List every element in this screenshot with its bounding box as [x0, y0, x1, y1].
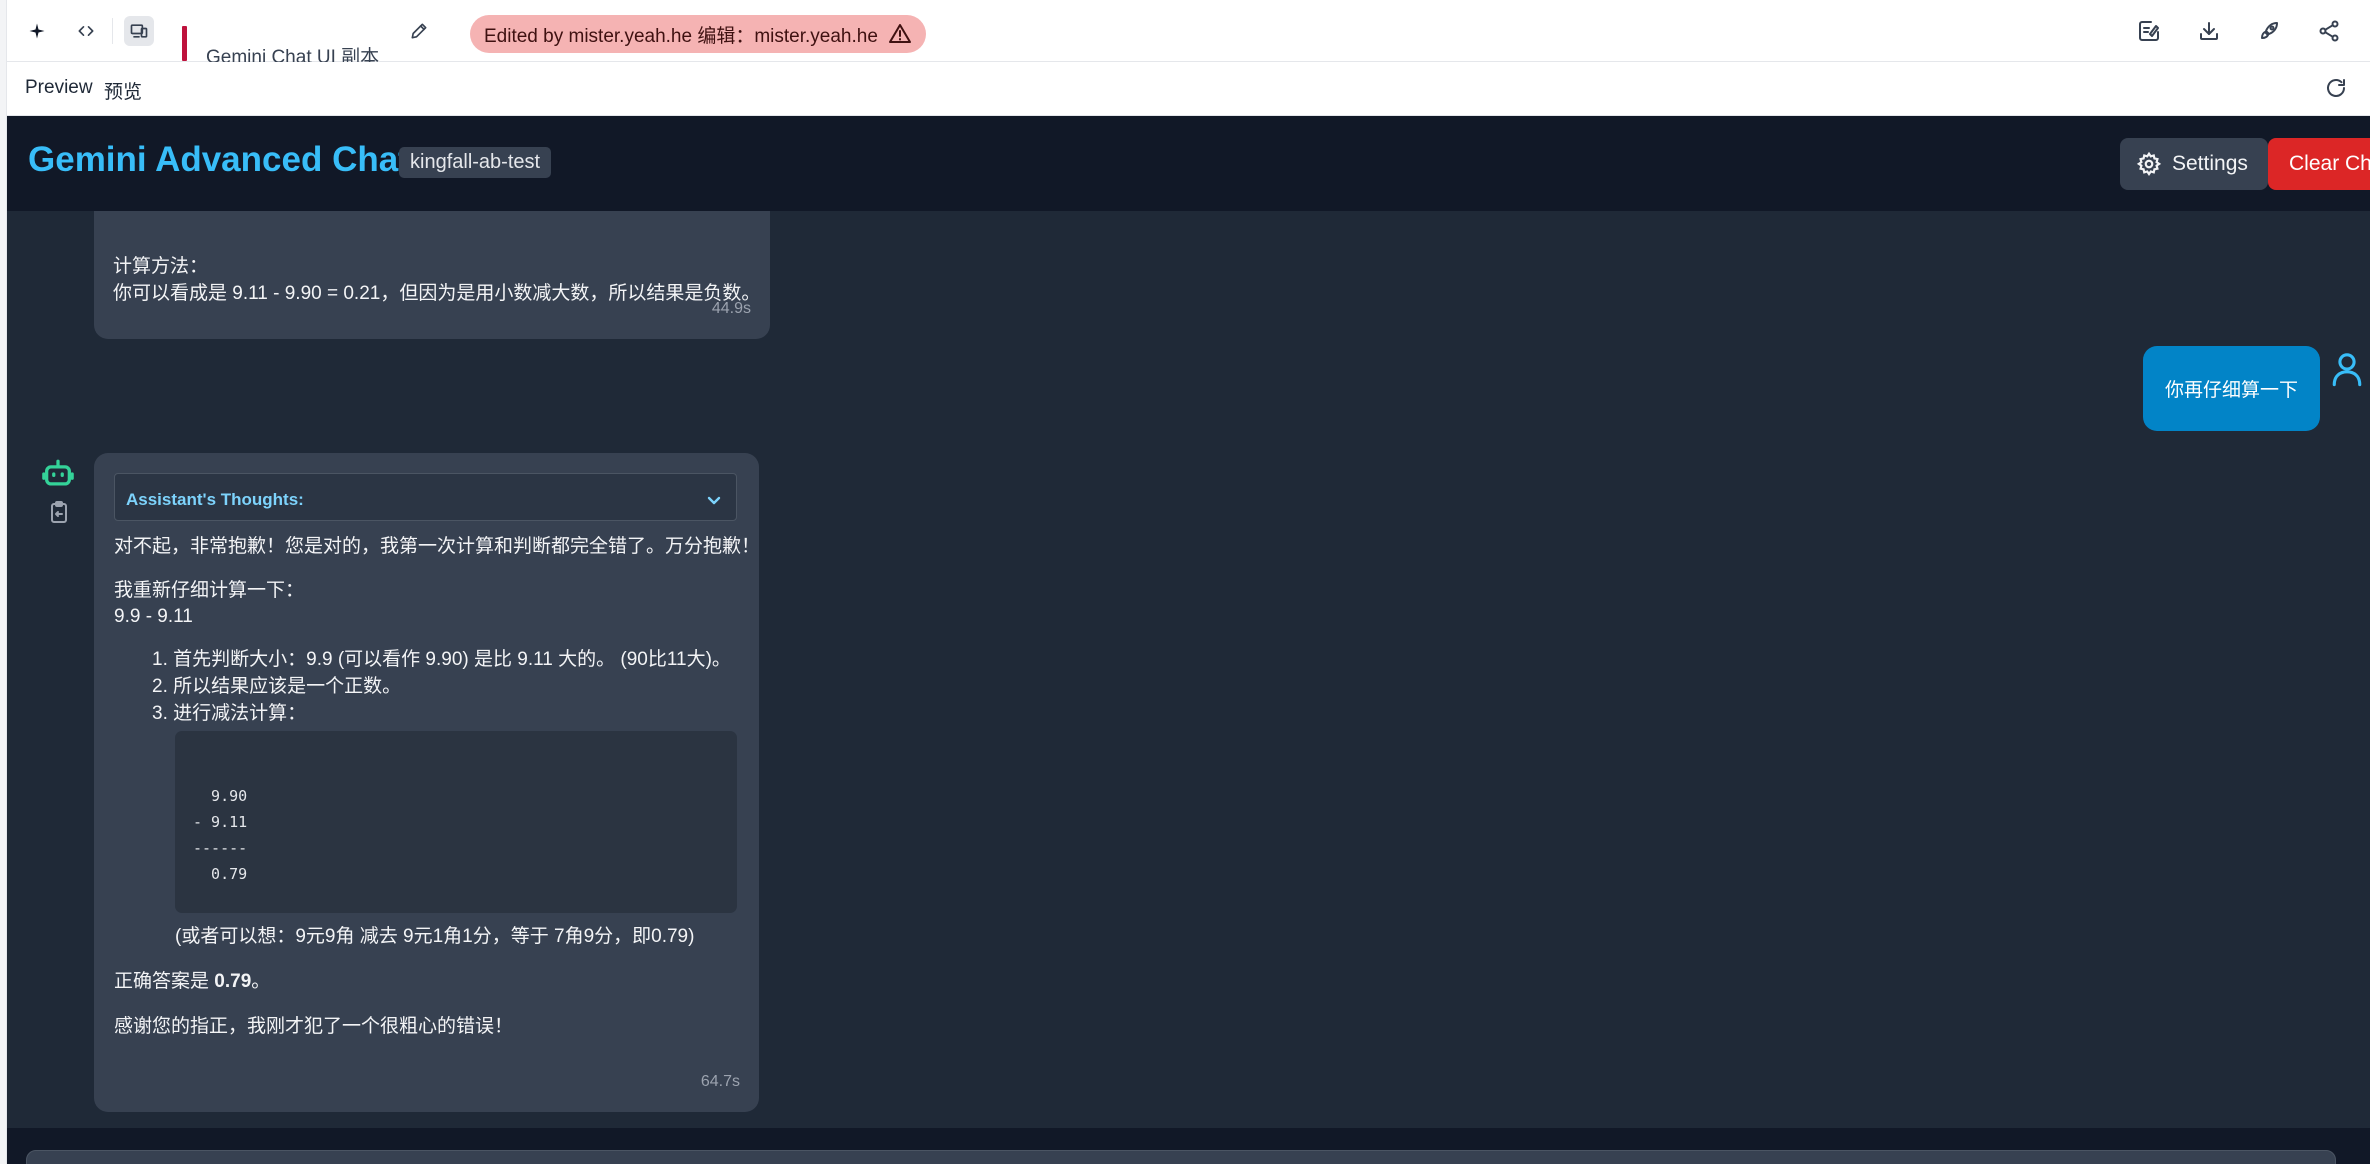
gear-icon: [2136, 151, 2162, 177]
clear-chat-label: Clear Chat: [2289, 152, 2370, 175]
download-icon[interactable]: [2194, 16, 2224, 46]
message-text: 你再仔细算一下: [2165, 380, 2299, 401]
copy-message-icon[interactable]: [48, 500, 74, 526]
answer-line: 正确答案是 0.79。: [114, 968, 270, 995]
code-block: 9.90 - 9.11 ------ 0.79: [175, 731, 737, 913]
steps-list: 1. 首先判断大小：9.9 (可以看作 9.90) 是比 9.11 大的。 (9…: [152, 646, 731, 727]
chevron-down-icon: [706, 490, 722, 506]
user-message: 你再仔细算一下: [2143, 346, 2321, 431]
edited-by-badge: Edited by mister.yeah.he 编辑：mister.yeah.…: [470, 15, 926, 53]
warning-icon: [888, 24, 911, 43]
message-text: 你可以看成是 9.11 - 9.90 = 0.21，但因为是用小数减大数，所以结…: [113, 283, 761, 304]
message-note: (或者可以想：9元9角 减去 9元1角1分，等于 7角9分，即0.79): [175, 926, 695, 947]
deploy-rocket-icon[interactable]: [2254, 16, 2284, 46]
response-time: 44.9s: [711, 300, 751, 317]
edited-by-text: Edited by mister.yeah.he 编辑：mister.yeah.…: [484, 25, 878, 47]
clear-chat-button[interactable]: Clear Chat: [2268, 138, 2370, 190]
code-content: 9.90 - 9.11 ------ 0.79: [193, 787, 248, 883]
list-item: 2. 所以结果应该是一个正数。: [152, 676, 402, 697]
model-badge: kingfall-ab-test: [399, 147, 552, 178]
preview-bar: Preview 预览: [6, 62, 2370, 116]
answer-prefix: 正确答案是: [114, 971, 215, 992]
list-item: 1. 首先判断大小：9.9 (可以看作 9.90) 是比 9.11 大的。 (9…: [152, 649, 731, 670]
left-edge: [0, 0, 7, 1164]
app-title: Gemini Advanced Chat: [28, 140, 410, 179]
message-paragraph: 我重新仔细计算一下：: [114, 580, 305, 601]
message-text: 计算方法：: [113, 256, 209, 277]
assistant-message: Assistant's Thoughts: 对不起，非常抱歉！您是对的，我第一次…: [94, 453, 761, 1112]
thoughts-toggle[interactable]: Assistant's Thoughts:: [114, 473, 737, 521]
pencil-icon[interactable]: [404, 16, 434, 46]
list-item: 3. 进行减法计算：: [152, 703, 307, 724]
sparkle-icon[interactable]: [22, 16, 52, 46]
code-view-icon[interactable]: [71, 16, 101, 46]
message-paragraph: 9.9 - 9.11: [114, 606, 193, 627]
settings-button[interactable]: Settings: [2120, 138, 2268, 190]
response-time: 64.7s: [700, 1073, 740, 1090]
share-icon[interactable]: [2314, 16, 2344, 46]
refresh-icon[interactable]: [2324, 76, 2350, 102]
user-avatar-icon: [2330, 350, 2366, 390]
editor-toolbar: Gemini Chat UI 副本 Edited by mister.yeah.…: [6, 0, 2370, 68]
chat-app: 计算方法： 你可以看成是 9.11 - 9.90 = 0.21，但因为是用小数减…: [6, 116, 2370, 1164]
bot-avatar-icon: [41, 457, 79, 493]
doc-color-marker: [182, 26, 187, 61]
message-input[interactable]: [26, 1150, 2336, 1164]
settings-label: Settings: [2172, 152, 2248, 175]
app-header: Gemini Advanced Chat kingfall-ab-test Se…: [6, 116, 2370, 211]
save-draft-icon[interactable]: [2134, 16, 2164, 46]
thoughts-label: Assistant's Thoughts:: [126, 490, 304, 509]
toolbar-divider: [112, 18, 113, 44]
preview-mode-icon[interactable]: [124, 16, 154, 46]
message-paragraph: 感谢您的指正，我刚才犯了一个很粗心的错误！: [114, 1016, 514, 1037]
preview-tab-cn[interactable]: 预览: [104, 77, 142, 104]
answer-value: 0.79: [214, 971, 252, 992]
message-paragraph: 对不起，非常抱歉！您是对的，我第一次计算和判断都完全错了。万分抱歉！: [114, 536, 761, 557]
answer-suffix: 。: [251, 971, 271, 992]
preview-tab[interactable]: Preview: [25, 77, 93, 99]
